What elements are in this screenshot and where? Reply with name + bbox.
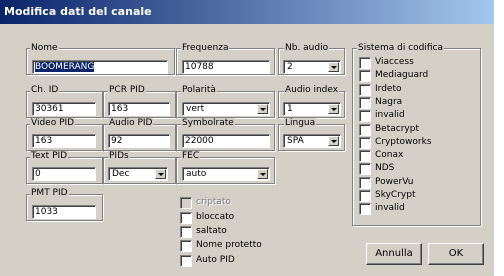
lingua-value: SPA — [287, 136, 304, 146]
encoding-label: NDS — [375, 163, 395, 174]
label-text-pid: Text PID — [30, 151, 69, 161]
dialog-body: Nome BOOMERANG Frequenza 10788 Nb. audio… — [0, 24, 494, 276]
checkbox-box[interactable] — [359, 150, 371, 163]
checkbox-box[interactable] — [359, 83, 371, 96]
window-title: Modifica dati del canale — [4, 5, 152, 18]
chevron-down-icon[interactable] — [328, 136, 339, 146]
nb-audio-select[interactable]: 2 — [283, 60, 341, 74]
window-edge — [494, 0, 504, 276]
video-pid-input[interactable]: 163 — [32, 134, 96, 148]
text-pid-input[interactable]: 0 — [32, 167, 96, 181]
symbolrate-input[interactable]: 22000 — [182, 134, 270, 148]
label-audio-index: Audio index — [284, 85, 340, 95]
checkbox-box[interactable] — [359, 96, 371, 109]
nome-protetto-label: Nome protetto — [196, 240, 262, 250]
checkbox-box[interactable] — [180, 255, 192, 267]
pcr-pid-input[interactable]: 163 — [108, 102, 170, 116]
label-ch-id: Ch. ID — [30, 85, 60, 95]
audio-index-value: 1 — [287, 104, 293, 114]
encoding-label: Betacrypt — [375, 123, 419, 134]
encoding-label: PowerVu — [375, 176, 414, 187]
chevron-down-icon[interactable] — [155, 169, 166, 179]
label-lingua: Lingua — [284, 118, 317, 128]
fec-select[interactable]: auto — [182, 167, 270, 181]
audio-pid-input[interactable]: 92 — [108, 134, 170, 148]
encoding-label: Irdeto — [375, 83, 402, 94]
lingua-select[interactable]: SPA — [283, 134, 341, 148]
checkbox-box[interactable] — [359, 163, 371, 176]
symbolrate-value: 22000 — [185, 136, 214, 146]
audio-pid-value: 92 — [111, 136, 123, 146]
encoding-label: invalid — [375, 110, 405, 121]
encoding-label: Conax — [375, 150, 404, 161]
pids-value: Dec — [112, 169, 130, 179]
checkbox-box — [180, 197, 192, 209]
label-frequenza: Frequenza — [181, 43, 230, 53]
encoding-label: Cryptoworks — [375, 136, 432, 147]
frequenza-input[interactable]: 10788 — [182, 60, 270, 74]
checkbox-box[interactable] — [180, 212, 192, 224]
label-video-pid: Video PID — [30, 118, 76, 128]
encoding-label: Mediaguard — [375, 70, 429, 81]
label-nb-audio: Nb. audio — [284, 43, 330, 53]
label-polarita: Polarità — [181, 85, 217, 95]
checkbox-box[interactable] — [359, 190, 371, 202]
checkbox-box[interactable] — [359, 70, 371, 83]
chevron-down-icon[interactable] — [328, 62, 339, 72]
chevron-down-icon[interactable] — [328, 104, 339, 114]
saltato-label: saltato — [196, 226, 227, 236]
audio-index-select[interactable]: 1 — [283, 102, 341, 116]
checkbox-box[interactable] — [180, 226, 192, 238]
checkbox-box[interactable] — [180, 240, 192, 252]
nb-audio-value: 2 — [287, 62, 293, 72]
cancel-button[interactable]: Annulla — [366, 243, 422, 265]
label-audio-pid: Audio PID — [108, 118, 154, 128]
criptato-label: criptato — [196, 197, 231, 207]
ch-id-input[interactable]: 30361 — [32, 102, 96, 116]
encoding-label: SkyCrypt — [375, 190, 416, 200]
video-pid-value: 163 — [35, 136, 53, 146]
label-sistema-codifica: Sistema di codifica — [357, 43, 444, 53]
pmt-pid-value: 1033 — [35, 207, 58, 217]
checkbox-box[interactable] — [359, 123, 371, 136]
checkbox-box[interactable] — [359, 57, 371, 69]
encoding-label: Viaccess — [375, 57, 414, 67]
chevron-down-icon[interactable] — [257, 104, 268, 114]
ok-button[interactable]: OK — [428, 243, 484, 265]
fec-value: auto — [186, 169, 207, 179]
checkbox-box[interactable] — [359, 136, 371, 149]
label-pcr-pid: PCR PID — [108, 85, 146, 95]
checkbox-box[interactable] — [359, 176, 371, 189]
auto-pid-label: Auto PID — [196, 255, 235, 265]
encoding-label: invalid — [375, 203, 405, 214]
frequenza-value: 10788 — [185, 62, 214, 72]
pcr-pid-value: 163 — [111, 104, 129, 114]
label-pids: PIDs — [108, 151, 130, 161]
encoding-label: Nagra — [375, 96, 403, 107]
chevron-down-icon[interactable] — [257, 169, 268, 179]
checkbox-box[interactable] — [359, 110, 371, 123]
label-symbolrate: Symbolrate — [181, 118, 235, 128]
label-fec: FEC — [181, 151, 201, 161]
polarita-select[interactable]: vert — [182, 102, 270, 116]
pids-select[interactable]: Dec — [108, 167, 168, 181]
bloccato-label: bloccato — [196, 212, 235, 222]
text-pid-value: 0 — [35, 169, 41, 179]
label-nome: Nome — [30, 43, 59, 53]
checkbox-box[interactable] — [359, 203, 371, 216]
nome-value: BOOMERANG — [35, 62, 95, 72]
pmt-pid-input[interactable]: 1033 — [32, 205, 96, 219]
label-pmt-pid: PMT PID — [30, 188, 69, 198]
ch-id-value: 30361 — [35, 104, 64, 114]
polarita-value: vert — [186, 104, 205, 114]
nome-input[interactable]: BOOMERANG — [32, 60, 168, 74]
title-bar[interactable]: Modifica dati del canale — [0, 0, 504, 24]
